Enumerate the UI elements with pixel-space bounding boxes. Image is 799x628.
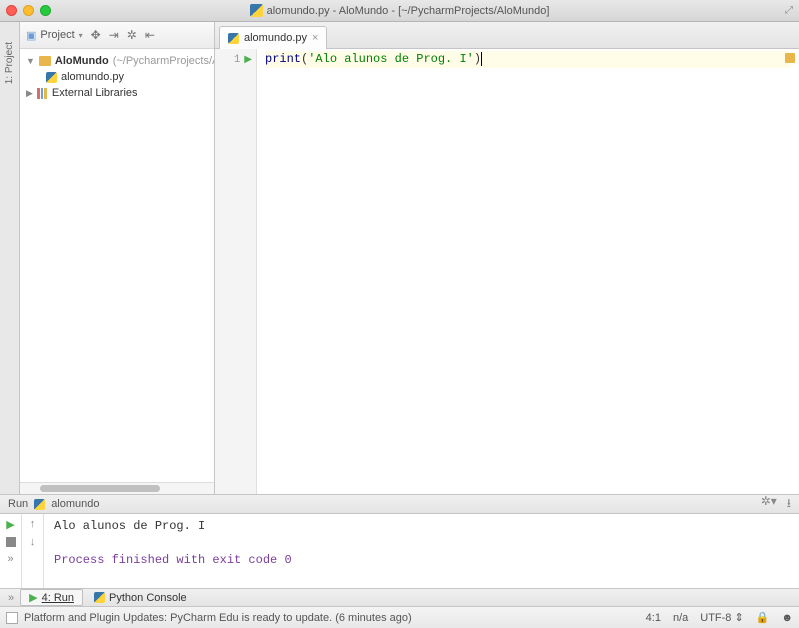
run-config-name: alomundo [51, 498, 99, 510]
scroll-to-icon[interactable]: ✥ [91, 28, 101, 42]
status-message[interactable]: Platform and Plugin Updates: PyCharm Edu… [24, 612, 412, 624]
code-line[interactable]: print('Alo alunos de Prog. I') [265, 51, 791, 68]
close-window-button[interactable] [6, 5, 17, 16]
run-title: Run [8, 498, 28, 510]
rerun-icon[interactable]: ▶ [6, 518, 14, 531]
text-caret [481, 52, 482, 66]
encoding[interactable]: UTF-8 ⇕ [700, 611, 743, 624]
close-tab-icon[interactable]: × [312, 32, 318, 44]
code-editor[interactable]: print('Alo alunos de Prog. I') [257, 49, 799, 494]
zoom-window-button[interactable] [40, 5, 51, 16]
console-line [54, 535, 789, 552]
project-tool-button[interactable]: 1: Project [4, 42, 15, 84]
run-toolwindow-header: Run alomundo ✲▾ ⭳ [0, 494, 799, 514]
insert-mode[interactable]: n/a [673, 612, 688, 624]
status-notification-icon[interactable] [6, 612, 18, 624]
lock-icon[interactable]: 🔒 [756, 611, 770, 624]
run-toolwindow-body: ▶ » ↑ ↓ Alo alunos de Prog. I Process fi… [0, 514, 799, 588]
editor-gutter[interactable]: 1 ▶ [215, 49, 257, 494]
project-root-name: AloMundo [55, 55, 109, 67]
down-arrow-icon[interactable]: ↓ [30, 536, 36, 548]
project-hscrollbar[interactable] [20, 482, 214, 494]
project-root-row[interactable]: ▼ AloMundo (~/PycharmProjects/AloMundo) [20, 53, 214, 69]
run-output-rail: ↑ ↓ [22, 514, 44, 588]
run-console[interactable]: Alo alunos de Prog. I Process finished w… [44, 514, 799, 588]
expand-icon[interactable]: ▼ [26, 56, 35, 66]
editor-body: 1 ▶ print('Alo alunos de Prog. I') [215, 49, 799, 494]
cursor-position[interactable]: 4:1 [646, 612, 661, 624]
python-console-tool-tab[interactable]: Python Console [85, 590, 196, 606]
project-tree[interactable]: ▼ AloMundo (~/PycharmProjects/AloMundo) … [20, 49, 214, 482]
gear-icon[interactable]: ✲ [127, 28, 137, 42]
editor-tab-label: alomundo.py [244, 32, 307, 44]
project-file-row[interactable]: alomundo.py [20, 69, 214, 85]
window-controls [6, 5, 51, 16]
console-line: Process finished with exit code 0 [54, 552, 789, 569]
library-icon [37, 88, 48, 99]
editor-tabbar: alomundo.py × [215, 22, 799, 49]
python-file-icon [34, 499, 45, 510]
warning-marker-icon[interactable] [785, 53, 795, 63]
fullscreen-icon[interactable]: ⤢ [785, 5, 793, 16]
run-actions-rail: ▶ » [0, 514, 22, 588]
editor-area: alomundo.py × 1 ▶ print('Alo alunos de P… [215, 22, 799, 494]
run-line-icon[interactable]: ▶ [244, 54, 252, 65]
console-line: Alo alunos de Prog. I [54, 518, 789, 535]
minimize-window-button[interactable] [23, 5, 34, 16]
python-file-icon [46, 72, 57, 83]
python-file-icon [250, 4, 263, 17]
collapse-icon[interactable]: ⇥ [109, 28, 119, 42]
hector-icon[interactable]: ☻ [781, 612, 793, 624]
run-gear-icon[interactable]: ✲▾ [761, 494, 777, 515]
external-libraries-row[interactable]: ▶ External Libraries [20, 85, 214, 101]
expand-more-icon[interactable]: » [7, 553, 13, 565]
status-bar: Platform and Plugin Updates: PyCharm Edu… [0, 607, 799, 628]
left-tool-rail: 1: Project [0, 22, 20, 494]
up-arrow-icon[interactable]: ↑ [30, 518, 36, 530]
main-area: 1: Project ▣ Project ▾ ✥ ⇥ ✲ ⇤ ▼ AloMund… [0, 22, 799, 494]
run-tool-tab[interactable]: ▶ 4: Run [20, 589, 83, 606]
project-panel: ▣ Project ▾ ✥ ⇥ ✲ ⇤ ▼ AloMundo (~/Pychar… [20, 22, 215, 494]
hide-icon[interactable]: ⇤ [145, 28, 155, 42]
project-panel-title[interactable]: ▣ Project ▾ [26, 29, 83, 42]
window-title: alomundo.py - AloMundo - [~/PycharmProje… [0, 4, 799, 17]
python-file-icon [228, 33, 239, 44]
bottom-toolbar: » ▶ 4: Run Python Console [0, 588, 799, 607]
python-file-icon [94, 592, 105, 603]
line-number: 1 [234, 54, 241, 66]
external-libraries-label: External Libraries [52, 87, 138, 99]
editor-tab[interactable]: alomundo.py × [219, 26, 327, 49]
project-file-name: alomundo.py [61, 71, 124, 83]
project-panel-toolbar: ▣ Project ▾ ✥ ⇥ ✲ ⇤ [20, 22, 214, 49]
folder-icon [39, 56, 51, 66]
stop-icon[interactable] [6, 537, 16, 547]
expand-icon[interactable]: ▶ [26, 88, 33, 99]
window-title-text: alomundo.py - AloMundo - [~/PycharmProje… [267, 5, 550, 17]
project-root-path: (~/PycharmProjects/AloMundo) [113, 55, 214, 67]
expand-icon[interactable]: » [8, 592, 14, 604]
scrollbar-thumb[interactable] [40, 485, 160, 492]
run-hide-icon[interactable]: ⭳ [787, 494, 791, 515]
titlebar: alomundo.py - AloMundo - [~/PycharmProje… [0, 0, 799, 22]
gutter-line: 1 ▶ [215, 51, 256, 68]
